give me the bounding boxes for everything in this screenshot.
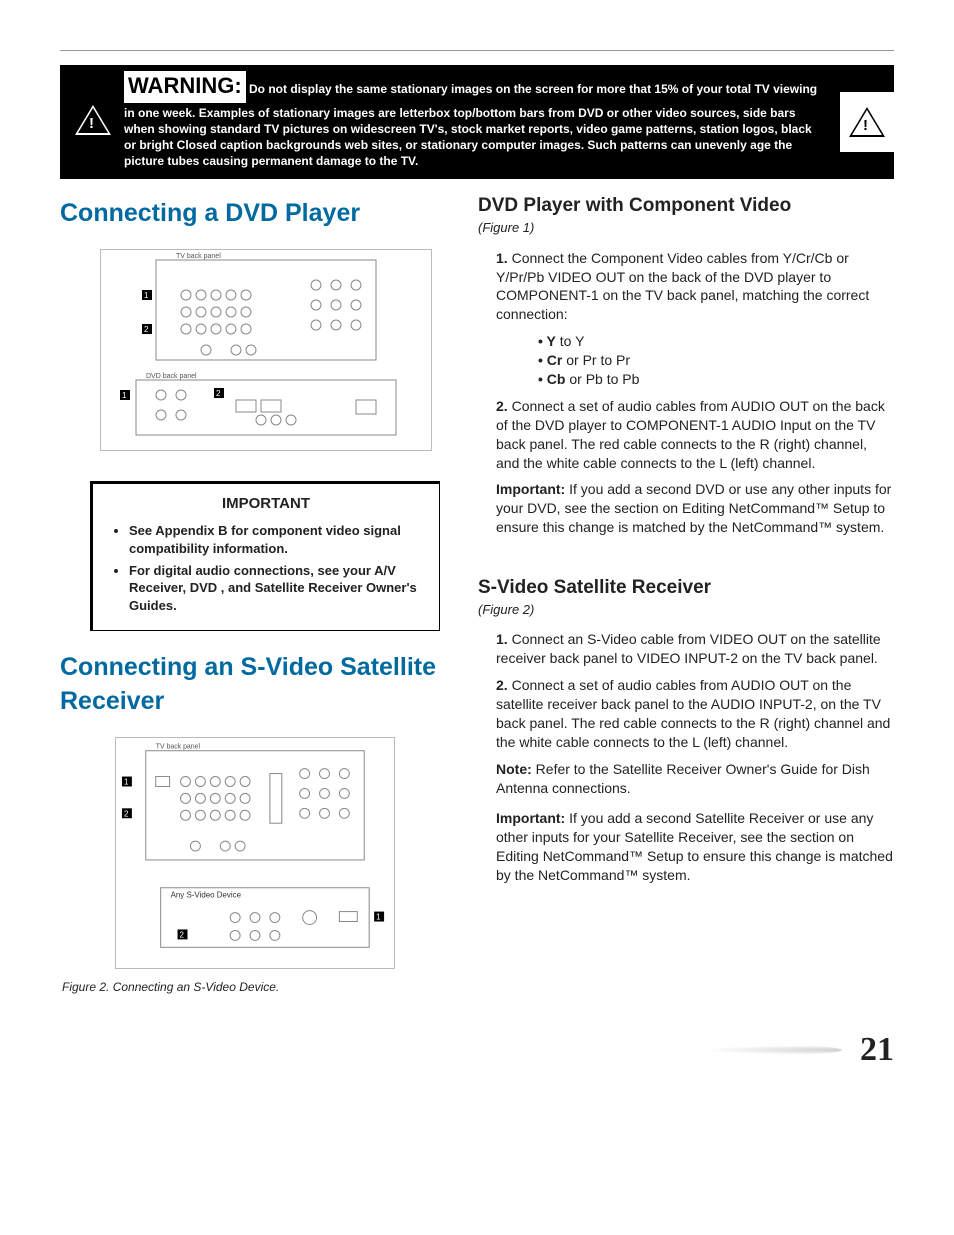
note-text: Refer to the Satellite Receiver Owner's … [496, 761, 870, 796]
important-note: Important: If you add a second Satellite… [496, 809, 894, 885]
diagram-svg: TV back panel DVD back panel [101, 250, 431, 450]
warning-icon-right-holder: ! [840, 92, 894, 152]
step-text: Connect a set of audio cables from AUDIO… [496, 398, 885, 471]
figure-2-caption: Figure 2. Connecting an S-Video Device. [62, 979, 450, 995]
heading-connect-svideo: Connecting an S-Video Satellite Receiver [60, 651, 450, 719]
warning-icon-left: ! [70, 105, 116, 135]
step-1: 1. Connect an S-Video cable from VIDEO O… [496, 630, 894, 668]
step-text: Connect a set of audio cables from AUDIO… [496, 677, 890, 750]
svg-text:2: 2 [216, 389, 221, 398]
fig2-top-label: TV back panel [156, 743, 201, 750]
step-2: 2. Connect a set of audio cables from AU… [496, 676, 894, 752]
warning-box: ! WARNING: Do not display the same stati… [60, 65, 894, 179]
step-num: 2. [496, 398, 508, 414]
heading-svideo-sat: S-Video Satellite Receiver [478, 575, 894, 601]
important-box: IMPORTANT See Appendix B for component v… [90, 481, 440, 631]
svg-text:1: 1 [122, 391, 127, 400]
list-item: Cr or Pr to Pr [538, 351, 894, 370]
note: Note: Refer to the Satellite Receiver Ow… [496, 760, 894, 798]
fig1-bottom-label: DVD back panel [146, 373, 197, 380]
warning-text: WARNING: Do not display the same station… [116, 71, 834, 169]
caution-icon: ! [75, 105, 111, 135]
svg-text:2: 2 [180, 930, 185, 939]
note-label: Note: [496, 761, 532, 777]
fig2-bottom-label: Any S-Video Device [171, 890, 242, 899]
important-item: See Appendix B for component video signa… [129, 522, 423, 557]
important-title: IMPORTANT [109, 494, 423, 514]
fig1-top-label: TV back panel [176, 253, 221, 260]
step-num: 1. [496, 250, 508, 266]
svg-text:1: 1 [124, 777, 129, 786]
important-note: Important: If you add a second DVD or us… [496, 480, 894, 537]
important-label: Important: [496, 810, 565, 826]
list-item: Y to Y [538, 332, 894, 351]
connection-list: Y to Y Cr or Pr to Pr Cb or Pb to Pb [538, 332, 894, 389]
right-column: DVD Player with Component Video (Figure … [478, 189, 894, 1008]
page-number: 21 [60, 1027, 894, 1073]
top-rule [60, 50, 894, 51]
important-item: For digital audio connections, see your … [129, 562, 423, 615]
heading-connect-dvd: Connecting a DVD Player [60, 197, 450, 231]
diagram-svg: TV back panel Any S-Video Device [116, 738, 394, 968]
step-num: 1. [496, 631, 508, 647]
step-text: Connect the Component Video cables from … [496, 250, 869, 323]
step-1: 1. Connect the Component Video cables fr… [496, 249, 894, 325]
caution-icon: ! [849, 107, 885, 137]
warning-header: WARNING: [124, 71, 246, 103]
step-text: Connect an S-Video cable from VIDEO OUT … [496, 631, 881, 666]
step-2: 2. Connect a set of audio cables from AU… [496, 397, 894, 473]
figure-ref: (Figure 2) [478, 601, 894, 619]
content-columns: Connecting a DVD Player TV back panel DV… [60, 189, 894, 1008]
svg-text:1: 1 [144, 291, 149, 300]
step-num: 2. [496, 677, 508, 693]
svg-text:2: 2 [124, 809, 129, 818]
heading-dvd-component: DVD Player with Component Video [478, 193, 894, 219]
left-column: Connecting a DVD Player TV back panel DV… [60, 189, 450, 1008]
list-item: Cb or Pb to Pb [538, 370, 894, 389]
figure-1: TV back panel DVD back panel [100, 249, 432, 451]
figure-2: TV back panel Any S-Video Device [115, 737, 395, 969]
svg-text:1: 1 [376, 912, 381, 921]
important-label: Important: [496, 481, 565, 497]
svg-text:2: 2 [144, 325, 149, 334]
figure-ref: (Figure 1) [478, 219, 894, 237]
